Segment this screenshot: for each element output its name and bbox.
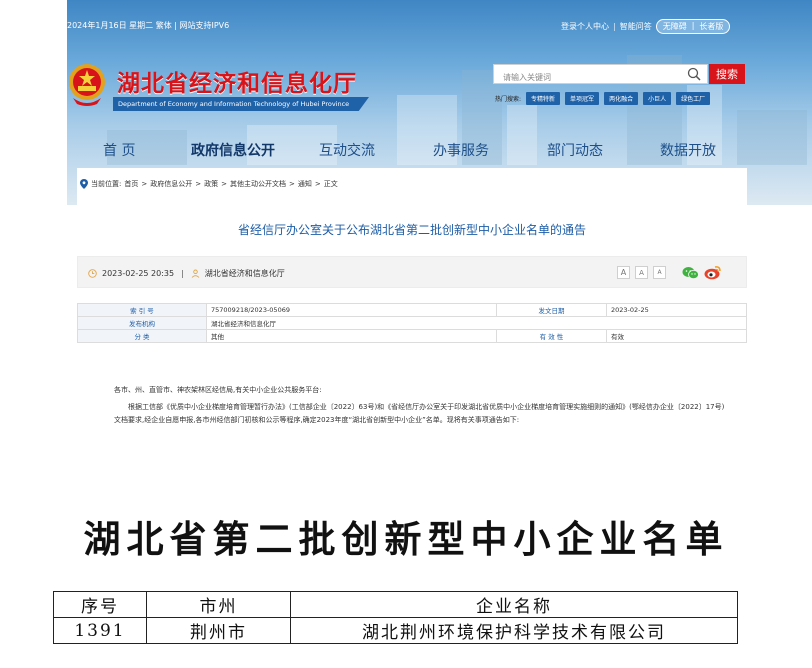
column-header-index: 序号 xyxy=(53,591,147,618)
nav-dept-news[interactable]: 部门动态 xyxy=(547,140,603,160)
table-row: 索 引 号 757009218/2023-05069 发文日期 2023-02-… xyxy=(77,303,747,317)
divider: | xyxy=(181,269,184,278)
document-info-table: 索 引 号 757009218/2023-05069 发文日期 2023-02-… xyxy=(77,303,747,343)
table-row: 1391 荆州市 湖北荆州环境保护科学技术有限公司 xyxy=(53,617,738,644)
breadcrumb-item[interactable]: 政府信息公开 xyxy=(150,179,192,189)
hot-search-row: 热门搜索: 专精特新 单项冠军 两化融合 小巨人 绿色工厂 xyxy=(495,92,711,105)
hot-tag[interactable]: 绿色工厂 xyxy=(676,92,711,105)
publish-source: 湖北省经济和信息化厅 xyxy=(204,269,285,278)
search-button[interactable]: 搜索 xyxy=(709,64,745,84)
breadcrumb-item[interactable]: 其他主动公开文档 xyxy=(230,179,286,189)
row-city: 荆州市 xyxy=(146,617,291,644)
search-box xyxy=(493,64,708,87)
article-meta-bar: 2023-02-25 20:35 | 湖北省经济和信息化厅 A A A xyxy=(77,256,747,288)
smart-qa-link[interactable]: 智能问答 xyxy=(620,21,652,32)
site-logo-title[interactable]: 湖北省经济和信息化厅 xyxy=(117,64,357,98)
accessibility-link[interactable]: 无障碍 xyxy=(663,21,687,32)
article-meta: 2023-02-25 20:35 | 湖北省经济和信息化厅 xyxy=(88,268,285,279)
breadcrumb-item: 正文 xyxy=(323,180,338,188)
breadcrumb-separator: > xyxy=(288,180,295,188)
company-list-table: 序号 市州 企业名称 1391 荆州市 湖北荆州环境保护科学技术有限公司 xyxy=(53,591,738,644)
nav-services[interactable]: 办事服务 xyxy=(433,140,489,160)
hot-tag[interactable]: 两化融合 xyxy=(604,92,639,105)
body-paragraph: 根据工信部《优质中小企业梯度培育管理暂行办法》(工信部企业〔2022〕63号)和… xyxy=(114,403,725,424)
wechat-share-icon[interactable] xyxy=(682,266,699,280)
table-header-row: 序号 市州 企业名称 xyxy=(53,591,738,618)
date-value: 2023-02-25 xyxy=(606,303,747,317)
nav-gov-info[interactable]: 政府信息公开 xyxy=(191,140,275,160)
validity-value: 有效 xyxy=(606,329,747,343)
search-input[interactable] xyxy=(494,68,674,87)
location-pin-icon xyxy=(80,179,88,189)
column-header-city: 市州 xyxy=(146,591,291,618)
clock-icon xyxy=(88,269,97,278)
row-index: 1391 xyxy=(53,617,147,644)
weibo-share-icon[interactable] xyxy=(704,264,722,280)
elder-mode-link[interactable]: 长者版 xyxy=(699,21,723,32)
breadcrumb-item[interactable]: 通知 xyxy=(298,179,312,189)
website-screenshot: 2024年1月16日 星期二 繁体 | 网站支持IPV6 登录个人中心 | 智能… xyxy=(67,0,812,458)
divider: | xyxy=(691,21,695,30)
row-company: 湖北荆州环境保护科学技术有限公司 xyxy=(290,617,738,644)
breadcrumb-item[interactable]: 政策 xyxy=(204,179,218,189)
user-icon xyxy=(191,269,200,278)
hot-tag[interactable]: 单项冠军 xyxy=(565,92,600,105)
date-label: 发文日期 xyxy=(496,303,607,317)
article-body: 各市、州、直管市、神农架林区经信局,有关中小企业公共服务平台: 根据工信部《优质… xyxy=(114,384,729,431)
search-icon[interactable] xyxy=(687,67,701,81)
nav-home[interactable]: 首 页 xyxy=(103,140,135,160)
table-row: 分 类 其他 有 效 性 有效 xyxy=(77,329,747,343)
breadcrumb-item[interactable]: 首页 xyxy=(124,179,138,189)
index-value: 757009218/2023-05069 xyxy=(206,303,497,317)
font-medium-button[interactable]: A xyxy=(635,266,648,279)
org-label: 发布机构 xyxy=(77,316,207,330)
main-nav: 首 页 政府信息公开 互动交流 办事服务 部门动态 数据开放 xyxy=(67,140,812,166)
column-header-company: 企业名称 xyxy=(290,591,738,618)
hot-tag[interactable]: 小巨人 xyxy=(643,92,672,105)
article-title: 省经信厅办公室关于公布湖北省第二批创新型中小企业名单的通告 xyxy=(237,223,586,237)
list-title: 湖北省第二批创新型中小企业名单 xyxy=(83,517,729,561)
index-label: 索 引 号 xyxy=(77,303,207,317)
article-content: 当前位置: 首页 > 政府信息公开 > 政策 > 其他主动公开文档 > 通知 >… xyxy=(77,168,747,458)
category-label: 分 类 xyxy=(77,329,207,343)
date-and-options: 2024年1月16日 星期二 繁体 | 网站支持IPV6 xyxy=(67,21,230,30)
validity-label: 有 效 性 xyxy=(496,329,607,343)
font-large-button[interactable]: A xyxy=(617,266,630,279)
breadcrumb: 当前位置: 首页 > 政府信息公开 > 政策 > 其他主动公开文档 > 通知 >… xyxy=(80,179,338,189)
top-bar: 2024年1月16日 星期二 繁体 | 网站支持IPV6 登录个人中心 | 智能… xyxy=(67,0,812,46)
breadcrumb-separator: > xyxy=(195,180,202,188)
font-small-button[interactable]: A xyxy=(653,266,666,279)
breadcrumb-prefix: 当前位置: xyxy=(91,180,122,188)
site-logo-subtitle: Department of Economy and Information Te… xyxy=(113,97,369,111)
breadcrumb-separator: > xyxy=(141,180,148,188)
breadcrumb-separator: > xyxy=(314,180,321,188)
login-link[interactable]: 登录个人中心 xyxy=(561,21,609,32)
nav-open-data[interactable]: 数据开放 xyxy=(660,140,716,160)
org-value: 湖北省经济和信息化厅 xyxy=(206,316,747,330)
divider: | xyxy=(613,22,616,31)
publish-datetime: 2023-02-25 20:35 xyxy=(102,269,175,278)
hot-tag[interactable]: 专精特新 xyxy=(526,92,561,105)
body-paragraph: 各市、州、直管市、神农架林区经信局,有关中小企业公共服务平台: xyxy=(114,386,322,394)
top-links: 登录个人中心 | 智能问答 无障碍 | 长者版 xyxy=(561,19,731,34)
accessibility-pill: 无障碍 | 长者版 xyxy=(655,19,731,34)
breadcrumb-separator: > xyxy=(221,180,227,188)
hot-search-label: 热门搜索: xyxy=(495,96,522,103)
nav-interaction[interactable]: 互动交流 xyxy=(319,140,375,160)
table-row: 发布机构 湖北省经济和信息化厅 xyxy=(77,316,747,330)
category-value: 其他 xyxy=(206,329,497,343)
national-emblem-icon xyxy=(69,64,105,106)
